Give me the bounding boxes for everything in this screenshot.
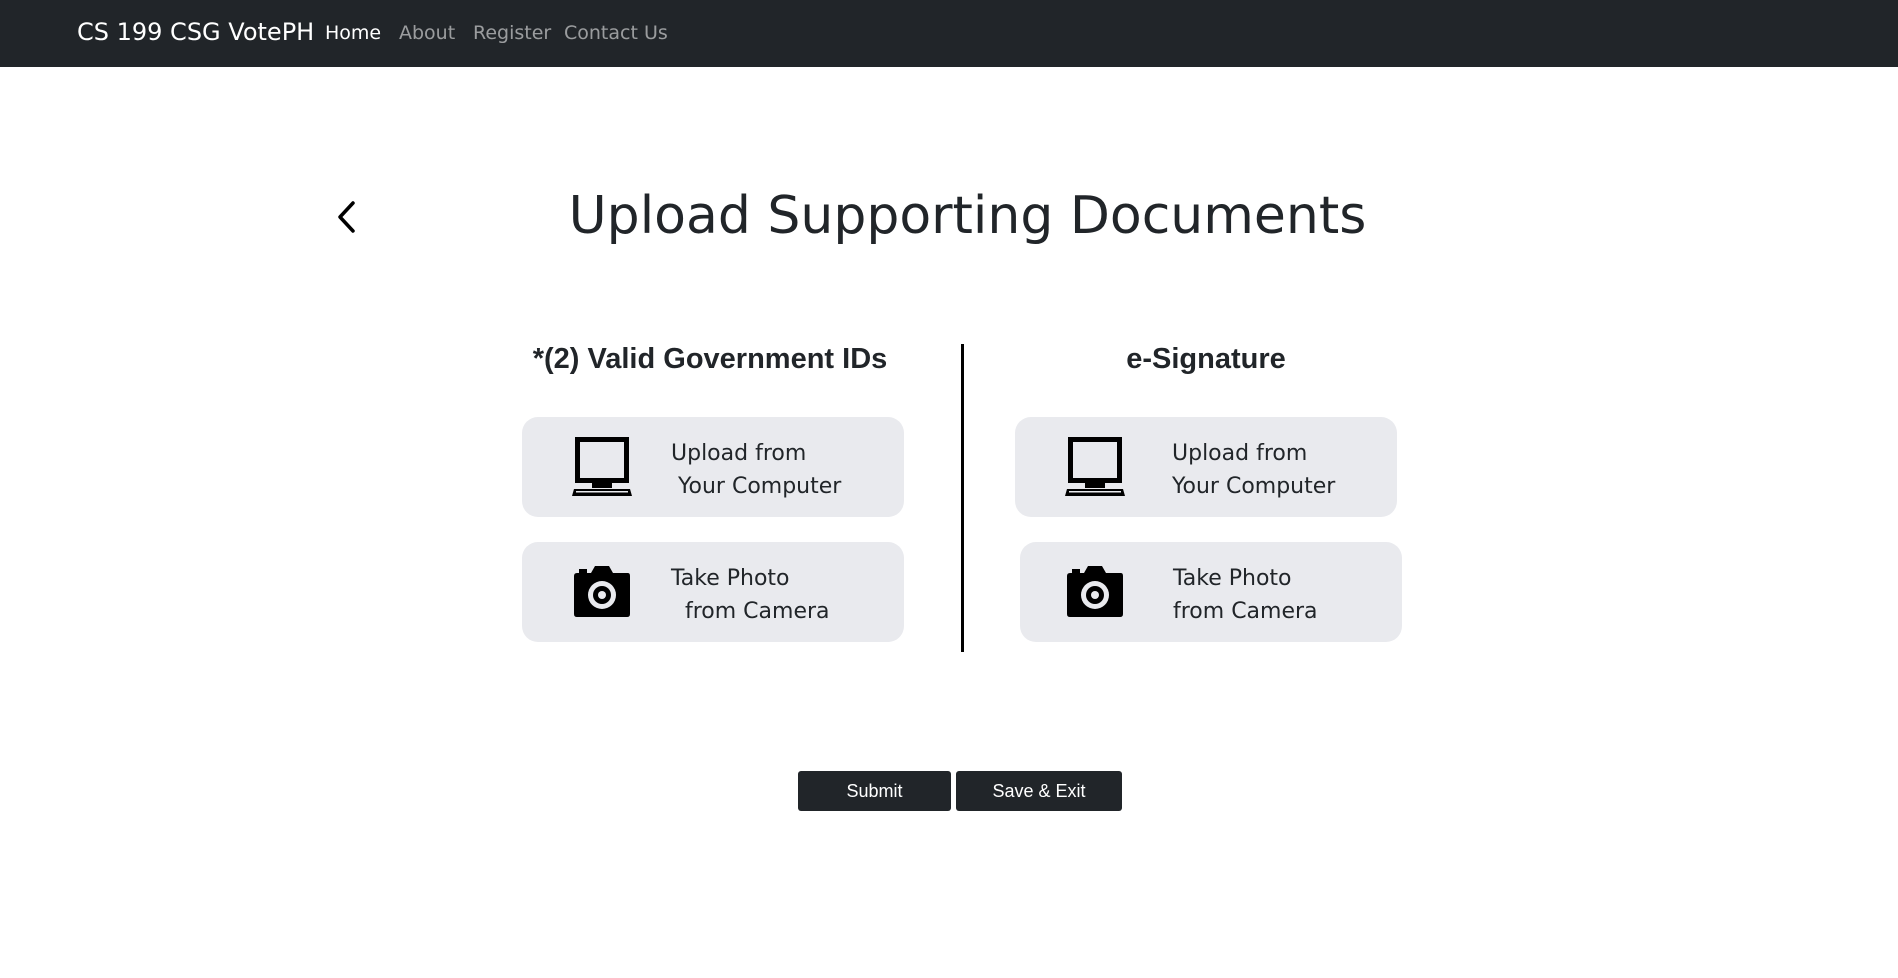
computer-icon: [1065, 437, 1125, 496]
top-navbar: CS 199 CSG VotePH Home About Register Co…: [0, 0, 1898, 67]
take-photo-label: Take Photo from Camera: [671, 566, 830, 624]
section-divider: [961, 344, 964, 652]
nav-link-contact-us[interactable]: Contact Us: [564, 22, 668, 44]
signature-take-photo-button[interactable]: Take Photo from Camera: [1020, 542, 1402, 642]
nav-link-home[interactable]: Home: [325, 22, 381, 44]
section-title-government-ids: *(2) Valid Government IDs: [532, 343, 888, 375]
ids-take-photo-button[interactable]: Take Photo from Camera: [522, 542, 904, 642]
page-title: Upload Supporting Documents: [568, 186, 1367, 246]
camera-icon: [574, 566, 630, 617]
nav-link-about[interactable]: About: [399, 22, 455, 44]
computer-icon: [572, 437, 632, 496]
nav-link-register[interactable]: Register: [473, 22, 551, 44]
section-title-e-signature: e-Signature: [1126, 343, 1286, 375]
brand-name[interactable]: CS 199 CSG VotePH: [77, 18, 314, 46]
signature-upload-from-computer-button[interactable]: Upload from Your Computer: [1015, 417, 1397, 517]
take-photo-label: Take Photo from Camera: [1173, 566, 1318, 624]
camera-icon: [1067, 566, 1123, 617]
upload-from-computer-label: Upload from Your Computer: [1172, 441, 1336, 499]
submit-button[interactable]: Submit: [798, 771, 951, 811]
upload-from-computer-label: Upload from Your Computer: [671, 441, 842, 499]
ids-upload-from-computer-button[interactable]: Upload from Your Computer: [522, 417, 904, 517]
save-and-exit-button[interactable]: Save & Exit: [956, 771, 1122, 811]
